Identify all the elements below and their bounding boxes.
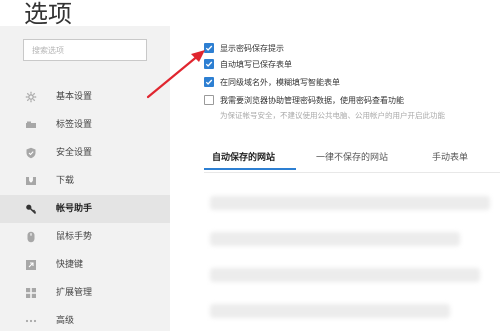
main-content: 显示密码保存提示 自动填写已保存表单 在同级域名外，模糊填写智能表单 我需要浏览… (170, 26, 500, 331)
divider (204, 172, 500, 173)
check-icon (205, 45, 213, 51)
option-hint: 为保证帐号安全，不建议使用公共电脑、公用帐户的用户开启此功能 (220, 111, 445, 120)
shortcut-icon (25, 259, 37, 271)
check-icon (205, 79, 213, 85)
option-fuzzy-fill-smart-forms[interactable]: 在同级域名外，模糊填写智能表单 (204, 76, 340, 88)
sidebar-nav: 基本设置 标签设置 安全设置 下载 帐号助手 鼠标手势 快捷键 扩展管理 高级 (0, 83, 170, 331)
option-browser-password-manager[interactable]: 我需要浏览器协助管理密码数据，使用密码查看功能 (204, 94, 404, 106)
sidebar-item-basic-settings[interactable]: 基本设置 (0, 83, 170, 111)
sidebar-item-label: 帐号助手 (56, 204, 93, 214)
sidebar-item-label: 下载 (56, 176, 75, 186)
sidebar-item-advanced[interactable]: 高级 (0, 307, 170, 331)
tab-icon (25, 119, 37, 131)
shield-icon (25, 147, 37, 159)
sidebar-item-label: 鼠标手势 (56, 232, 93, 242)
more-icon (25, 315, 37, 327)
tab-never-saved-sites[interactable]: 一律不保存的网站 (316, 150, 388, 163)
sidebar-item-label: 扩展管理 (56, 288, 93, 298)
sidebar-item-shortcuts[interactable]: 快捷键 (0, 251, 170, 279)
sidebar-item-download[interactable]: 下载 (0, 167, 170, 195)
mouse-icon (25, 231, 37, 243)
sidebar-item-mouse-gestures[interactable]: 鼠标手势 (0, 223, 170, 251)
option-label: 在同级域名外，模糊填写智能表单 (220, 77, 340, 87)
checkbox[interactable] (204, 77, 214, 87)
blurred-row (210, 304, 450, 318)
search-input[interactable]: 搜索选项 (23, 39, 147, 61)
blurred-row (210, 232, 460, 246)
grid-icon (25, 287, 37, 299)
blurred-row (210, 196, 490, 210)
sidebar-item-label: 基本设置 (56, 92, 93, 102)
tab-bar: 自动保存的网站 一律不保存的网站 手动表单 (204, 148, 500, 174)
sidebar-item-label: 快捷键 (56, 260, 84, 270)
sidebar-item-account-assistant[interactable]: 帐号助手 (0, 195, 170, 223)
option-label: 显示密码保存提示 (220, 43, 284, 53)
sidebar-item-security-settings[interactable]: 安全设置 (0, 139, 170, 167)
download-icon (25, 175, 37, 187)
option-autofill-saved-forms[interactable]: 自动填写已保存表单 (204, 58, 292, 70)
sidebar-item-label: 安全设置 (56, 148, 93, 158)
check-icon (205, 61, 213, 67)
option-show-password-save-prompt[interactable]: 显示密码保存提示 (204, 42, 284, 54)
saved-sites-list (204, 184, 500, 331)
sidebar-item-label: 标签设置 (56, 120, 93, 130)
sidebar-item-label: 高级 (56, 316, 75, 326)
option-label: 自动填写已保存表单 (220, 59, 292, 69)
checkbox[interactable] (204, 43, 214, 53)
checkbox[interactable] (204, 95, 214, 105)
checkbox[interactable] (204, 59, 214, 69)
blurred-row (210, 268, 480, 282)
gear-icon (25, 91, 37, 103)
key-icon (25, 203, 37, 215)
active-tab-indicator (204, 168, 296, 170)
sidebar: 搜索选项 基本设置 标签设置 安全设置 下载 帐号助手 鼠标手势 快捷键 扩展管… (0, 26, 170, 331)
sidebar-item-tab-settings[interactable]: 标签设置 (0, 111, 170, 139)
page-title: 选项 (24, 0, 72, 28)
option-label: 我需要浏览器协助管理密码数据，使用密码查看功能 (220, 95, 404, 105)
sidebar-item-extensions[interactable]: 扩展管理 (0, 279, 170, 307)
tab-auto-saved-sites[interactable]: 自动保存的网站 (212, 150, 275, 163)
tab-manual-forms[interactable]: 手动表单 (432, 150, 468, 163)
